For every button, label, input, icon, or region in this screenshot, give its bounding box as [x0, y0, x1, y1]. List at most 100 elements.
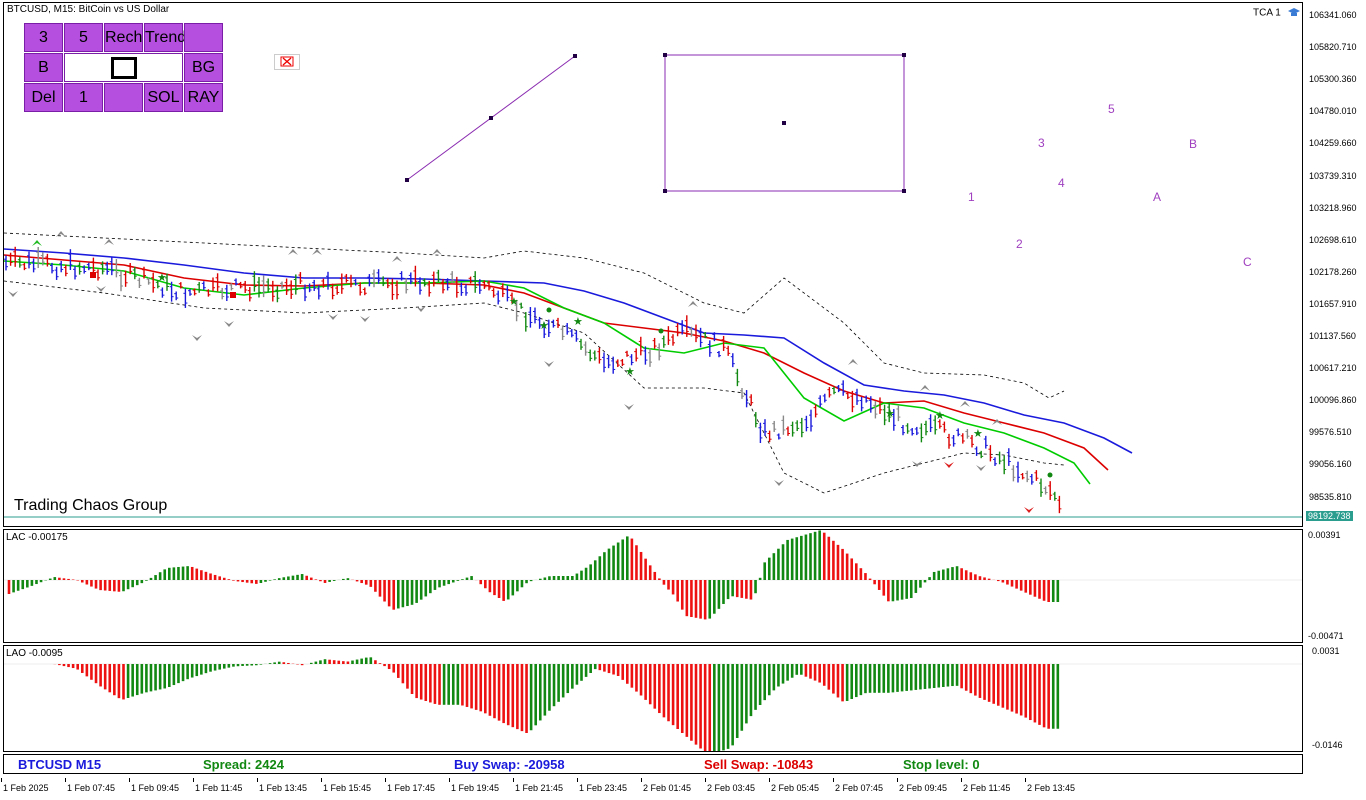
empty-button-1[interactable]: [184, 23, 223, 52]
price-scale-label: 103218.960: [1309, 202, 1357, 213]
rectangle-handle: [663, 53, 667, 57]
price-scale-label: 99056.160: [1309, 459, 1352, 470]
signal-dot: [1047, 472, 1053, 478]
chart-title: BTCUSD, M15: BitCoin vs US Dollar: [7, 4, 170, 15]
wave-label: A: [1153, 190, 1161, 204]
delete-button[interactable]: Del: [24, 83, 63, 112]
time-axis-label: 1 Feb 11:45: [195, 783, 243, 793]
tool-button-panel: 3 5 Rech Trend B BG Del 1 SOL RAY: [24, 23, 223, 113]
signal-star-icon: ★: [885, 407, 895, 420]
red-moving-average: [4, 254, 1109, 471]
time-axis[interactable]: 1 Feb 2025 1 Feb 07:45 1 Feb 09:45 1 Feb 11…: [0, 778, 1366, 800]
lao-scale-top: 0.0031: [1312, 646, 1340, 656]
signal-star-icon: ★: [539, 319, 549, 332]
time-tick: [897, 778, 898, 782]
time-tick: [577, 778, 578, 782]
rectangle-handle: [663, 189, 667, 193]
fractal-down-arrow: [96, 286, 106, 292]
rectangle-handle: [782, 121, 786, 125]
lao-title: LAO -0.0095: [6, 648, 63, 659]
info-stop-level: Stop level: 0: [903, 757, 980, 772]
time-tick: [1, 778, 2, 782]
fractal-down-arrow: [192, 335, 202, 341]
wave-label: 1: [968, 190, 975, 204]
fractal-down-arrow: [224, 321, 234, 327]
time-tick: [705, 778, 706, 782]
wave-3-button[interactable]: 3: [24, 23, 63, 52]
fractal-up-arrow: [312, 249, 322, 255]
lao-histogram: [4, 657, 1302, 751]
lac-title: LAC -0.00175: [6, 532, 68, 543]
fractal-up-arrow: [288, 249, 298, 255]
wave-5-button[interactable]: 5: [64, 23, 103, 52]
signal-star-icon: ★: [573, 315, 583, 328]
fractal-down-arrow: [1024, 507, 1034, 513]
time-tick: [513, 778, 514, 782]
price-scale-label: 102698.610: [1309, 234, 1357, 245]
lac-scale-top: 0.00391: [1308, 530, 1341, 540]
time-tick: [193, 778, 194, 782]
time-axis-label: 1 Feb 13:45: [259, 783, 308, 793]
time-tick: [769, 778, 770, 782]
trend-button[interactable]: Trend: [144, 23, 186, 52]
close-button[interactable]: [274, 54, 300, 70]
rectangle-tool-button[interactable]: [64, 53, 183, 82]
time-axis-label: 2 Feb 09:45: [899, 783, 948, 793]
current-price-label: 98192.738: [1306, 511, 1353, 521]
fractal-up-arrow: [688, 301, 698, 307]
symbol-info-bar: BTCUSD M15 Spread: 2424 Buy Swap: -20958…: [3, 754, 1303, 774]
fractal-down-arrow: [8, 291, 18, 297]
time-tick: [385, 778, 386, 782]
fractal-up-arrow: [920, 385, 930, 391]
time-tick: [321, 778, 322, 782]
wave-label: 4: [1058, 176, 1065, 190]
wave-b-button[interactable]: B: [24, 53, 63, 82]
bg-button[interactable]: BG: [184, 53, 223, 82]
ray-button[interactable]: RAY: [184, 83, 223, 112]
green-moving-average: [4, 260, 1091, 485]
price-scale-label: 103739.310: [1309, 170, 1357, 181]
signal-star-icon: ★: [157, 271, 167, 284]
time-tick: [1025, 778, 1026, 782]
lao-oscillator-panel[interactable]: LAO -0.0095: [3, 645, 1303, 752]
fractal-down-arrow: [328, 314, 338, 320]
fractal-down-arrow: [624, 404, 634, 410]
square-icon: [111, 57, 137, 79]
wave-label: B: [1189, 137, 1197, 151]
time-tick: [641, 778, 642, 782]
time-axis-label: 2 Feb 05:45: [771, 783, 820, 793]
wave-label: 3: [1038, 136, 1045, 150]
signal-star-icon: ★: [935, 409, 945, 422]
signal-star-icon: ★: [509, 295, 519, 308]
time-tick: [961, 778, 962, 782]
fractal-down-arrow: [544, 361, 554, 367]
lac-oscillator-panel[interactable]: LAC -0.00175: [3, 529, 1303, 643]
time-axis-label: 1 Feb 23:45: [579, 783, 628, 793]
signal-star-icon: ★: [973, 427, 983, 440]
sol-button[interactable]: SOL: [144, 83, 183, 112]
tca-indicator[interactable]: TCA 1: [1253, 7, 1301, 19]
time-axis-label: 1 Feb 19:45: [451, 783, 500, 793]
wave-label: 2: [1016, 237, 1023, 251]
time-axis-label: 1 Feb 2025: [3, 783, 49, 793]
price-scale-label: 105820.710: [1309, 42, 1357, 53]
signal-dot: [658, 328, 664, 334]
rech-button[interactable]: Rech: [104, 23, 143, 52]
time-axis-label: 2 Feb 03:45: [707, 783, 756, 793]
time-axis-label: 2 Feb 01:45: [643, 783, 692, 793]
signal-dot: [546, 307, 552, 313]
fractal-down-arrow: [944, 462, 954, 468]
empty-button-2[interactable]: [104, 83, 143, 112]
close-icon: [280, 56, 294, 67]
lac-scale-bottom: -0.00471: [1308, 631, 1344, 641]
time-tick: [65, 778, 66, 782]
price-scale-label: 104780.010: [1309, 106, 1357, 117]
info-buy-swap: Buy Swap: -20958: [454, 757, 565, 772]
signal-square: [90, 272, 96, 278]
price-scale[interactable]: 106341.060 105820.710 105300.360 104780.010…: [1305, 2, 1366, 527]
time-axis-label: 1 Feb 21:45: [515, 783, 564, 793]
price-scale-label: 100617.210: [1309, 363, 1357, 374]
wave-1-button[interactable]: 1: [64, 83, 103, 112]
tca-label: TCA 1: [1253, 7, 1281, 19]
time-axis-label: 1 Feb 09:45: [131, 783, 180, 793]
